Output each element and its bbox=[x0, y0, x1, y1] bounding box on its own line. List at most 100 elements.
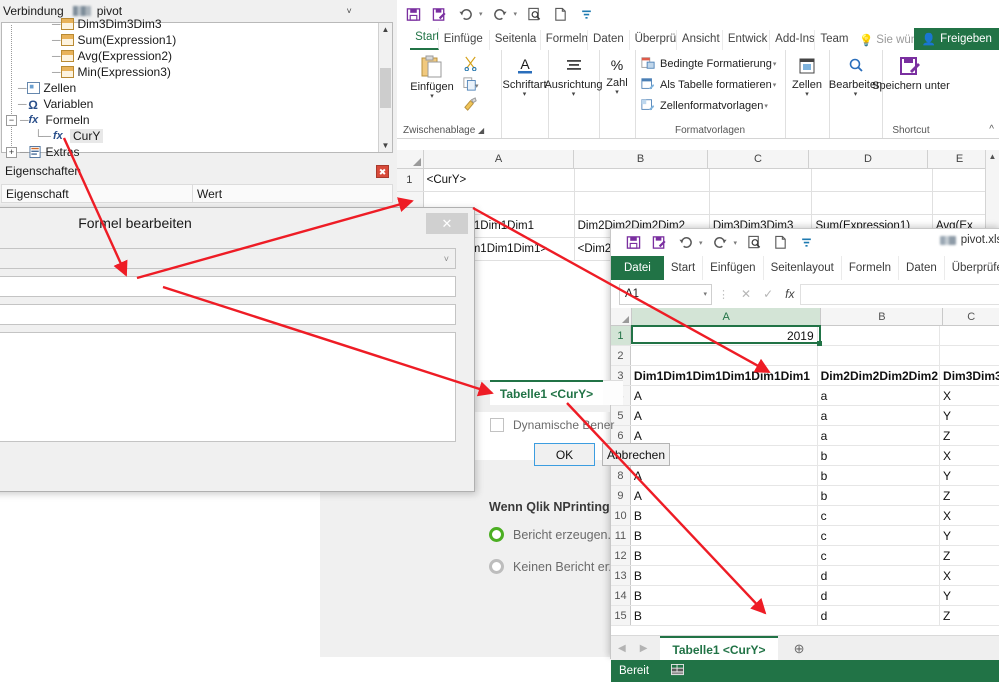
tab-team[interactable]: Team bbox=[815, 30, 853, 50]
undo-dropdown-caret[interactable]: ▾ bbox=[699, 239, 703, 247]
tree-vertical-scrollbar[interactable]: ▲ ▼ bbox=[378, 23, 392, 152]
format-as-table-item[interactable]: Als Tabelle formatieren ▾ bbox=[641, 76, 776, 94]
name-box-caret-icon[interactable]: ▾ bbox=[703, 290, 707, 298]
inner-row-header-11[interactable]: 11 bbox=[611, 526, 631, 545]
inner-cell-C7[interactable]: X bbox=[940, 446, 999, 465]
alignment-dropdown-caret[interactable]: ▾ bbox=[572, 91, 576, 99]
inner-row-header-1[interactable]: 1 bbox=[611, 326, 631, 345]
dialog-description-input[interactable] bbox=[0, 304, 456, 325]
inner-cell-B5[interactable]: a bbox=[818, 406, 941, 425]
tab-formeln-inner[interactable]: Formeln bbox=[842, 256, 900, 280]
inner-col-A[interactable]: A bbox=[631, 308, 822, 325]
table-row[interactable]: 2 bbox=[611, 346, 999, 366]
tree-node-dim3[interactable]: ─ Dim3Dim3Dim3 bbox=[6, 16, 376, 32]
inner-row-header-8[interactable]: 8 bbox=[611, 466, 631, 485]
table-row[interactable]: 13 Bd X bbox=[611, 566, 999, 586]
accessibility-check-icon[interactable] bbox=[671, 663, 685, 679]
sheet-nav-prev-icon[interactable]: ◀ bbox=[618, 643, 626, 654]
outer-col-A[interactable]: A bbox=[424, 150, 574, 168]
paste-dropdown-caret[interactable]: ▾ bbox=[430, 93, 434, 101]
number-button[interactable]: % Zahl ▾ bbox=[599, 54, 635, 97]
group-zellen[interactable]: Zellen ▾ bbox=[785, 50, 830, 138]
cut-icon[interactable] bbox=[463, 56, 479, 74]
format-as-table-caret[interactable]: ▾ bbox=[773, 81, 777, 89]
add-sheet-icon[interactable]: ⊕ bbox=[794, 641, 805, 657]
expander-minus-icon[interactable]: − bbox=[6, 114, 17, 126]
inner-cell-B7[interactable]: b bbox=[818, 446, 941, 465]
inner-cell-C4[interactable]: X bbox=[940, 386, 999, 405]
tree-node-zellen[interactable]: ─ Zellen bbox=[6, 80, 376, 96]
inner-row-header-13[interactable]: 13 bbox=[611, 566, 631, 585]
inner-cell-B4[interactable]: a bbox=[818, 386, 941, 405]
radio-generate-report[interactable]: Bericht erzeugen. U bbox=[489, 527, 623, 542]
select-all-corner[interactable] bbox=[396, 150, 424, 168]
new-icon[interactable] bbox=[552, 6, 569, 23]
inner-cell-C6[interactable]: Z bbox=[940, 426, 999, 445]
group-schriftart[interactable]: A Schriftart ▾ bbox=[501, 50, 549, 138]
outer-cell-B1[interactable] bbox=[575, 169, 710, 191]
tab-add-ins[interactable]: Add-Ins bbox=[770, 30, 816, 50]
tab-daten-inner[interactable]: Daten bbox=[899, 256, 945, 280]
tab-ansicht[interactable]: Ansicht bbox=[677, 30, 723, 50]
inner-cell-C2[interactable] bbox=[940, 346, 999, 365]
tab-formeln[interactable]: Formeln bbox=[541, 30, 589, 50]
name-box[interactable]: A1 ▾ bbox=[619, 283, 712, 305]
tree-node-extras[interactable]: + ─ Extras bbox=[6, 144, 376, 160]
tab-einfuegen-inner[interactable]: Einfügen bbox=[703, 256, 764, 280]
tab-ueberpruefen[interactable]: Überprü bbox=[630, 30, 677, 50]
expander-plus-icon[interactable]: + bbox=[6, 146, 17, 158]
inner-row-header-15[interactable]: 15 bbox=[611, 606, 631, 625]
inner-cell-B6[interactable]: a bbox=[818, 426, 941, 445]
inner-cell-B9[interactable]: b bbox=[818, 486, 941, 505]
inner-cell-A14[interactable]: B bbox=[631, 586, 818, 605]
table-row[interactable]: 4AaX bbox=[611, 386, 999, 406]
redo-icon[interactable] bbox=[492, 6, 509, 23]
table-row[interactable]: 12 Bc Z bbox=[611, 546, 999, 566]
inner-cell-A5[interactable]: A bbox=[631, 406, 818, 425]
inner-cell-C5[interactable]: Y bbox=[940, 406, 999, 425]
inner-cell-C14[interactable]: Y bbox=[940, 586, 999, 605]
inner-cell-A2[interactable] bbox=[631, 346, 818, 365]
inner-cell-C12[interactable]: Z bbox=[940, 546, 999, 565]
outer-col-E[interactable]: E bbox=[928, 150, 992, 168]
save-icon[interactable] bbox=[625, 234, 642, 251]
inner-cell-B12[interactable]: c bbox=[818, 546, 941, 565]
undo-icon[interactable] bbox=[677, 234, 694, 251]
inner-cell-B15[interactable]: d bbox=[818, 606, 941, 625]
table-row[interactable]: 15 Bd Z bbox=[611, 606, 999, 626]
tell-me-box[interactable]: 💡 Sie wünsc bbox=[853, 31, 914, 50]
group-ausrichtung[interactable]: Ausrichtung ▾ bbox=[544, 50, 603, 138]
inner-col-B[interactable]: B bbox=[821, 308, 944, 325]
inner-cell-A9[interactable]: A bbox=[631, 486, 818, 505]
fill-handle[interactable] bbox=[817, 341, 822, 346]
inner-cell-B2[interactable] bbox=[818, 346, 941, 365]
table-row[interactable]: 1 2019 bbox=[611, 326, 999, 346]
tree-node-min[interactable]: ─ Min(Expression3) bbox=[6, 64, 376, 80]
share-button[interactable]: 👤 Freigeben bbox=[913, 28, 999, 50]
dynamic-naming-row[interactable]: Dynamische Bener bbox=[490, 418, 614, 432]
nprinting-preview-sheet-tab-next[interactable] bbox=[603, 380, 623, 405]
select-all-corner-inner[interactable] bbox=[611, 308, 632, 325]
inner-col-C[interactable]: C bbox=[943, 308, 999, 325]
sheet-tab-tabelle1[interactable]: Tabelle1 <CurY> bbox=[660, 635, 778, 662]
redo-dropdown-caret[interactable]: ▾ bbox=[734, 239, 738, 247]
conditional-formatting-item[interactable]: Bedingte Formatierung ▾ bbox=[641, 55, 776, 73]
inner-cell-C3[interactable]: Dim3Dim3D bbox=[940, 366, 999, 385]
inner-cell-C9[interactable]: Z bbox=[940, 486, 999, 505]
tab-seitenlayout-inner[interactable]: Seitenlayout bbox=[764, 256, 842, 280]
outer-col-D[interactable]: D bbox=[809, 150, 928, 168]
outer-cell-A1[interactable]: <CurY> bbox=[424, 169, 575, 191]
dynamic-naming-checkbox[interactable] bbox=[490, 418, 504, 432]
cancel-edit-icon[interactable]: ✕ bbox=[741, 287, 751, 301]
inner-cell-A4[interactable]: A bbox=[631, 386, 818, 405]
chevron-down-icon[interactable]: ˅ bbox=[444, 254, 449, 264]
inner-cell-B14[interactable]: d bbox=[818, 586, 941, 605]
inner-cell-A13[interactable]: B bbox=[631, 566, 818, 585]
cancel-button[interactable]: Abbrechen bbox=[602, 443, 670, 466]
save-icon[interactable] bbox=[405, 6, 422, 23]
outer-row-header-1[interactable]: 1 bbox=[396, 169, 424, 191]
tab-datei[interactable]: Datei bbox=[611, 256, 664, 280]
nprinting-preview-sheet-tab[interactable]: Tabelle1 <CurY> bbox=[490, 380, 603, 405]
inner-cell-A12[interactable]: B bbox=[631, 546, 818, 565]
tab-seitenlayout[interactable]: Seitenla bbox=[490, 30, 541, 50]
